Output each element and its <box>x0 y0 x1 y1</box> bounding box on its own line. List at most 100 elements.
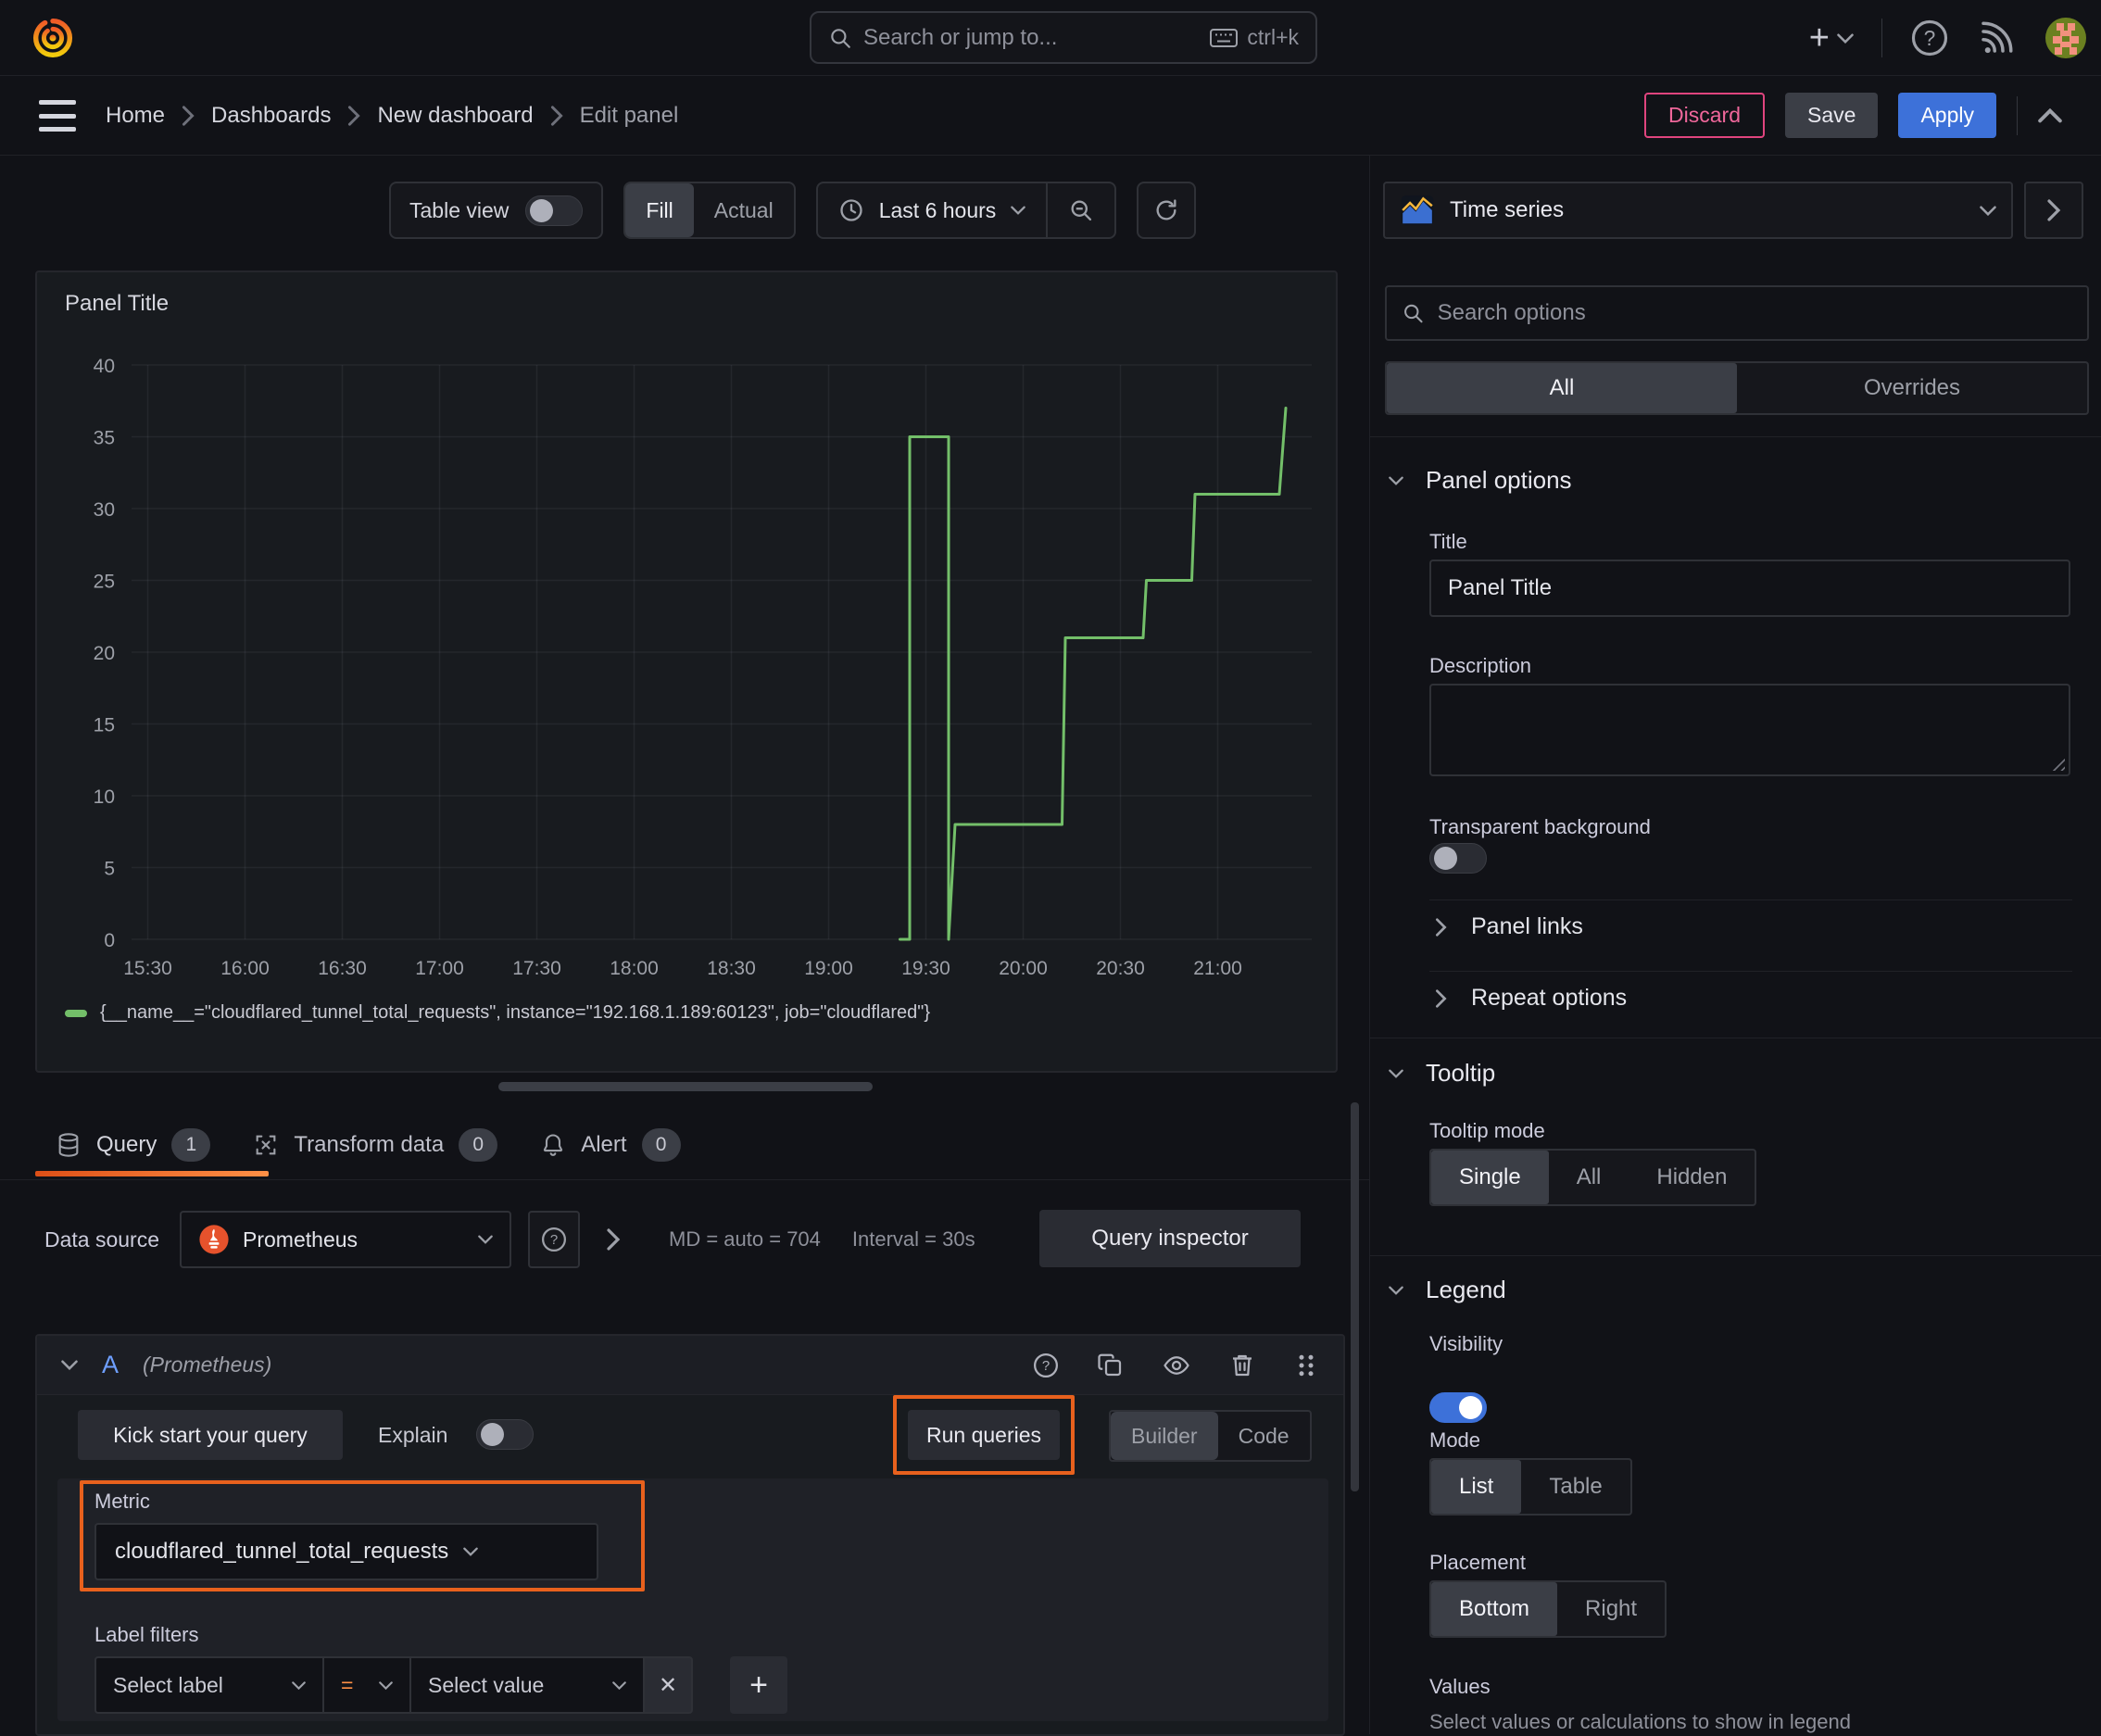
panel-options-section-header[interactable]: Panel options <box>1389 466 1572 495</box>
query-pane-scrollbar[interactable] <box>1351 1102 1359 1491</box>
grafana-logo-icon[interactable] <box>30 15 76 61</box>
datasource-picker[interactable]: Prometheus <box>180 1211 512 1268</box>
breadcrumb-home[interactable]: Home <box>106 103 165 129</box>
query-help-icon[interactable]: ? <box>1032 1352 1060 1379</box>
pane-resize-handle[interactable] <box>498 1082 873 1091</box>
repeat-options-section[interactable]: Repeat options <box>1435 985 1627 1012</box>
remove-query-icon[interactable] <box>1228 1352 1256 1379</box>
datasource-row: Data source Prometheus ? MD = auto = 704… <box>44 1210 1301 1269</box>
collapse-query-icon[interactable] <box>61 1360 78 1370</box>
zoom-out-button[interactable] <box>1048 183 1114 237</box>
tooltip-single-option[interactable]: Single <box>1431 1151 1549 1204</box>
builder-option[interactable]: Builder <box>1111 1412 1218 1460</box>
tab-alert[interactable]: Alert 0 <box>540 1128 681 1162</box>
news-rss-icon[interactable] <box>1977 19 2016 57</box>
operator-dropdown[interactable]: = <box>322 1656 411 1714</box>
hide-response-icon[interactable] <box>1162 1352 1191 1379</box>
query-ref-id[interactable]: A <box>102 1351 119 1379</box>
chevron-down-icon <box>1011 206 1026 215</box>
tab-all[interactable]: All <box>1387 363 1737 413</box>
datasource-help-button[interactable]: ? <box>528 1211 581 1268</box>
visualization-picker[interactable]: Time series <box>1383 182 2013 239</box>
transparent-background-label: Transparent background <box>1429 815 1651 838</box>
viz-suggestions-button[interactable] <box>2024 182 2083 239</box>
svg-text:20:00: 20:00 <box>999 958 1048 979</box>
chevron-down-icon <box>292 1680 306 1690</box>
options-search[interactable] <box>1385 285 2089 341</box>
chevron-down-icon <box>1837 32 1854 44</box>
tab-transform-data[interactable]: Transform data 0 <box>253 1128 498 1162</box>
svg-text:16:00: 16:00 <box>220 958 270 979</box>
drag-handle-icon[interactable] <box>1293 1352 1319 1379</box>
expand-options-icon[interactable] <box>606 1228 621 1251</box>
legend-swatch[interactable] <box>65 1009 87 1017</box>
panel-title-input[interactable] <box>1429 560 2070 617</box>
legend-table-option[interactable]: Table <box>1521 1460 1629 1514</box>
select-value-dropdown[interactable]: Select value <box>409 1656 645 1714</box>
legend-right-option[interactable]: Right <box>1557 1582 1665 1636</box>
kick-start-query-button[interactable]: Kick start your query <box>78 1410 343 1460</box>
metric-select[interactable]: cloudflared_tunnel_total_requests <box>94 1523 598 1580</box>
menu-toggle-icon[interactable] <box>39 100 76 132</box>
discard-button[interactable]: Discard <box>1644 93 1766 138</box>
tab-overrides[interactable]: Overrides <box>1737 363 2087 413</box>
legend-visibility-toggle[interactable] <box>1429 1392 1487 1423</box>
svg-text:0: 0 <box>104 930 115 951</box>
tooltip-section-header[interactable]: Tooltip <box>1389 1059 1495 1088</box>
transparent-background-toggle[interactable] <box>1429 843 1487 874</box>
resize-grip-icon[interactable] <box>2048 754 2065 771</box>
svg-text:5: 5 <box>104 859 115 880</box>
time-series-chart[interactable]: 15:30 16:00 16:30 17:00 17:30 18:00 18:30 19:00… <box>50 345 1325 993</box>
breadcrumb-dashboards[interactable]: Dashboards <box>211 103 331 129</box>
legend-list-option[interactable]: List <box>1431 1460 1522 1514</box>
tab-query[interactable]: Query 1 <box>56 1128 211 1162</box>
table-view-toggle[interactable] <box>525 195 584 226</box>
panel-links-section[interactable]: Panel links <box>1435 913 1583 940</box>
code-option[interactable]: Code <box>1218 1412 1310 1460</box>
save-button[interactable]: Save <box>1785 93 1879 138</box>
legend-series-label[interactable]: {__name__="cloudflared_tunnel_total_requ… <box>100 1002 930 1024</box>
add-filter-button[interactable]: + <box>730 1656 787 1714</box>
global-search[interactable]: Search or jump to... ctrl+k <box>810 11 1317 64</box>
explain-toggle[interactable] <box>476 1419 534 1450</box>
divider <box>2017 95 2018 135</box>
select-label-dropdown[interactable]: Select label <box>94 1656 324 1714</box>
run-queries-button[interactable]: Run queries <box>908 1410 1060 1460</box>
new-menu-button[interactable]: + <box>1809 19 1854 58</box>
chevron-down-icon <box>1980 205 1996 216</box>
chevron-right-icon <box>2047 199 2061 221</box>
editor-tabs: Query 1 Transform data 0 Alert 0 <box>56 1115 681 1175</box>
fill-option[interactable]: Fill <box>625 183 694 237</box>
apply-button[interactable]: Apply <box>1898 93 1996 138</box>
chevron-right-icon <box>1436 988 1447 1008</box>
refresh-button[interactable] <box>1137 182 1197 239</box>
remove-filter-button[interactable]: ✕ <box>643 1656 693 1714</box>
query-inspector-button[interactable]: Query inspector <box>1039 1210 1301 1267</box>
label-filter-row: Select label = Select value ✕ <box>94 1656 693 1714</box>
collapse-pane-icon[interactable] <box>2038 107 2062 123</box>
tooltip-mode-switch: Single All Hidden <box>1429 1149 1757 1206</box>
description-textarea[interactable] <box>1429 684 2070 776</box>
svg-text:10: 10 <box>94 786 115 808</box>
search-shortcut: ctrl+k <box>1210 25 1299 50</box>
user-avatar[interactable] <box>2044 16 2088 60</box>
actual-option[interactable]: Actual <box>694 183 794 237</box>
options-search-input[interactable] <box>1437 300 2072 326</box>
legend-mode-switch: List Table <box>1429 1458 1632 1516</box>
breadcrumb-new-dashboard[interactable]: New dashboard <box>377 103 533 129</box>
search-icon <box>831 28 850 48</box>
time-range-picker[interactable]: Last 6 hours <box>818 183 1047 237</box>
legend-bottom-option[interactable]: Bottom <box>1431 1582 1558 1636</box>
tooltip-hidden-option[interactable]: Hidden <box>1629 1151 1755 1204</box>
divider <box>0 1179 1369 1180</box>
svg-text:21:00: 21:00 <box>1193 958 1242 979</box>
breadcrumb-edit-panel: Edit panel <box>579 103 679 128</box>
tooltip-all-option[interactable]: All <box>1549 1151 1629 1204</box>
svg-text:25: 25 <box>94 572 115 593</box>
legend-placement-label: Placement <box>1429 1551 1526 1574</box>
svg-text:15: 15 <box>94 715 115 736</box>
help-icon[interactable]: ? <box>1910 19 1949 57</box>
search-placeholder: Search or jump to... <box>863 24 1058 50</box>
duplicate-query-icon[interactable] <box>1097 1352 1125 1379</box>
legend-section-header[interactable]: Legend <box>1389 1276 1506 1304</box>
